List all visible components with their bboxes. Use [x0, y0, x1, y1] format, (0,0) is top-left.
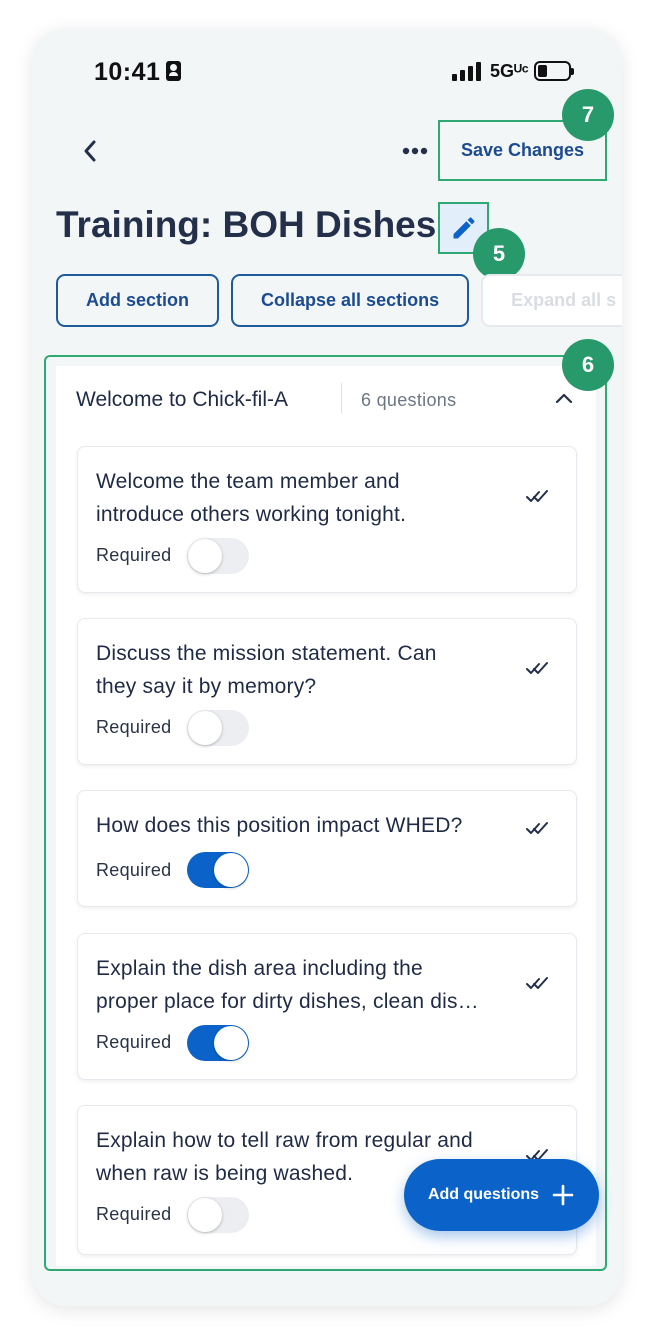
- annotation-badge-7: 7: [562, 89, 614, 141]
- add-questions-button[interactable]: Add questions: [404, 1159, 599, 1231]
- more-dots-icon: [402, 147, 428, 155]
- chevron-left-icon: [84, 140, 96, 162]
- back-button[interactable]: [72, 133, 108, 169]
- page-title: Training: BOH Dishes: [56, 204, 437, 245]
- annotation-badge-5: 5: [473, 228, 525, 280]
- pencil-icon: [453, 217, 474, 239]
- add-section-button[interactable]: Add section: [56, 274, 220, 327]
- add-questions-label: Add questions: [427, 1186, 540, 1203]
- contact-card-icon: [166, 61, 181, 81]
- collapse-all-button[interactable]: Collapse all sections: [231, 274, 470, 327]
- expand-all-button[interactable]: Expand all s: [481, 274, 622, 327]
- more-options-button[interactable]: [398, 134, 432, 168]
- phone-screen: 10:41 5Gᵁᶜ Save Changes 7 Training: BOH …: [32, 28, 622, 1306]
- battery-icon: [534, 61, 574, 81]
- section-actions: Add section Collapse all sections Expand…: [56, 274, 622, 328]
- status-time: 10:41: [94, 58, 161, 86]
- network-label: 5Gᵁᶜ: [490, 61, 529, 81]
- signal-icon: [452, 62, 482, 81]
- annotation-badge-6: 6: [562, 339, 614, 391]
- section-highlight-frame: [44, 355, 607, 1271]
- plus-icon: [552, 1184, 574, 1206]
